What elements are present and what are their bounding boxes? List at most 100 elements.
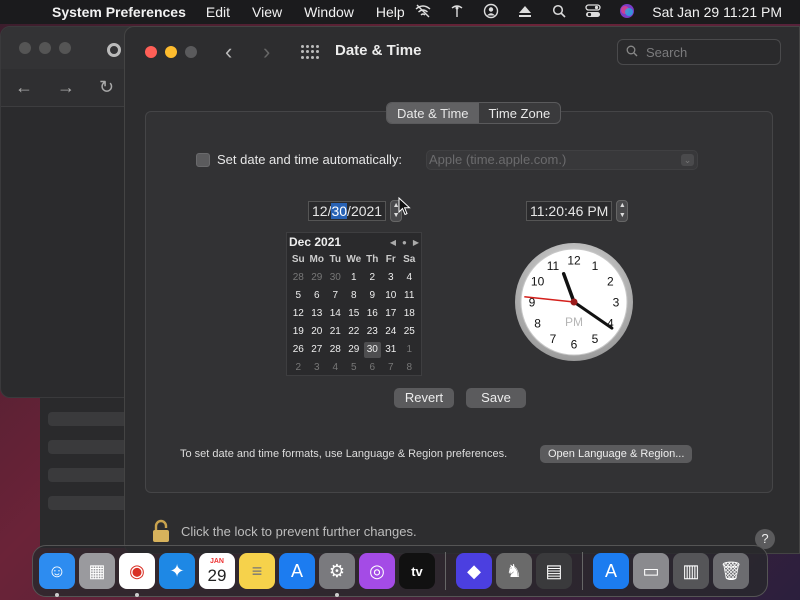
show-all-grid-icon[interactable]	[301, 45, 319, 59]
calendar-day[interactable]: 23	[364, 324, 381, 340]
menu-edit[interactable]: Edit	[206, 4, 230, 20]
calendar-day[interactable]: 14	[327, 306, 344, 322]
menu-app-name[interactable]: System Preferences	[52, 4, 186, 20]
control-center-icon[interactable]	[584, 3, 602, 21]
tab-time-zone[interactable]: Time Zone	[479, 103, 561, 123]
zoom-button[interactable]	[185, 46, 197, 58]
dock-safari-icon[interactable]: ✦	[159, 553, 195, 589]
calendar-day[interactable]: 8	[401, 360, 418, 376]
dock-apple-tv-icon[interactable]: tv	[399, 553, 435, 589]
calendar-day[interactable]: 28	[327, 342, 344, 358]
calendar-day[interactable]: 1	[401, 342, 418, 358]
dock-calendar-icon[interactable]: JAN 29	[199, 553, 235, 589]
search-input[interactable]	[646, 44, 766, 60]
calendar-day[interactable]: 29	[308, 270, 325, 286]
calendar-day[interactable]: 3	[382, 270, 399, 286]
dock-disk-utility-icon[interactable]: ▭	[633, 553, 669, 589]
dock-trash-icon[interactable]: 🗑	[713, 553, 749, 589]
back-chevron-icon[interactable]: ‹	[225, 39, 232, 65]
calendar-day[interactable]: 6	[308, 288, 325, 304]
time-field[interactable]: 11:20:46 PM ▲ ▼	[526, 200, 629, 222]
stepper-up-icon[interactable]: ▲	[617, 201, 627, 211]
tab-date-time[interactable]: Date & Time	[387, 103, 479, 123]
calendar-day[interactable]: 19	[290, 324, 307, 340]
dock-system-preferences-icon[interactable]: ⚙	[319, 553, 355, 597]
dock-podcasts-icon[interactable]: ◎	[359, 553, 395, 589]
dock-finder-icon[interactable]: ☺	[39, 553, 75, 597]
lock-icon[interactable]	[151, 519, 171, 543]
calendar-day[interactable]: 10	[382, 288, 399, 304]
dock-chrome-icon[interactable]: ◉	[119, 553, 155, 597]
calendar-day[interactable]: 18	[401, 306, 418, 322]
search-icon[interactable]	[550, 4, 568, 21]
calendar-day[interactable]: 4	[327, 360, 344, 376]
calendar-day[interactable]: 28	[290, 270, 307, 286]
calendar-day[interactable]: 5	[290, 288, 307, 304]
dock-chess-icon[interactable]: ♞	[496, 553, 532, 589]
forward-chevron-icon[interactable]: ›	[263, 39, 270, 65]
network-icon[interactable]	[448, 4, 466, 21]
calendar-day[interactable]: 4	[401, 270, 418, 286]
menu-help[interactable]: Help	[376, 4, 405, 20]
calendar-day[interactable]: 7	[327, 288, 344, 304]
dock-recent-apps-icon[interactable]: ▥	[673, 553, 709, 589]
next-month-icon[interactable]: ▶	[413, 238, 419, 247]
calendar-day[interactable]: 2	[364, 270, 381, 286]
calendar-day[interactable]: 3	[308, 360, 325, 376]
eject-icon[interactable]	[516, 4, 534, 21]
date-field[interactable]: 12 / 30 / 2021 ▲ ▼	[308, 200, 403, 222]
calendar-day[interactable]: 31	[382, 342, 399, 358]
search-field[interactable]	[617, 39, 781, 65]
date-month[interactable]: 12	[312, 203, 328, 219]
date-year[interactable]: 2021	[351, 203, 382, 219]
minimize-button[interactable]	[165, 46, 177, 58]
user-icon[interactable]	[482, 3, 500, 22]
auto-time-row: Set date and time automatically:	[196, 152, 402, 167]
prev-month-icon[interactable]: ◀	[390, 238, 396, 247]
time-stepper[interactable]: ▲ ▼	[616, 200, 629, 222]
revert-button[interactable]: Revert	[394, 388, 454, 408]
save-button[interactable]: Save	[466, 388, 526, 408]
menu-view[interactable]: View	[252, 4, 282, 20]
calendar-day[interactable]: 15	[345, 306, 362, 322]
calendar-day[interactable]: 25	[401, 324, 418, 340]
dock-app-store-downloads-icon[interactable]: A	[593, 553, 629, 589]
wifi-off-icon[interactable]	[414, 4, 432, 21]
calendar-day[interactable]: 24	[382, 324, 399, 340]
dock-notes-icon[interactable]: ≡	[239, 553, 275, 589]
siri-icon[interactable]	[618, 3, 636, 22]
dock-app-store-icon[interactable]: A	[279, 553, 315, 589]
calendar-day-selected[interactable]: 30	[363, 342, 381, 358]
date-day[interactable]: 30	[331, 203, 348, 219]
calendar-day[interactable]: 16	[364, 306, 381, 322]
dock-launchpad-icon[interactable]: ▦	[79, 553, 115, 589]
calendar-day[interactable]: 22	[345, 324, 362, 340]
calendar-day[interactable]: 17	[382, 306, 399, 322]
calendar-day[interactable]: 6	[364, 360, 381, 376]
calendar-day[interactable]: 26	[290, 342, 307, 358]
calendar-day[interactable]: 27	[308, 342, 325, 358]
calendar-day[interactable]: 30	[327, 270, 344, 286]
calendar-day[interactable]: 8	[345, 288, 362, 304]
menubar-clock[interactable]: Sat Jan 29 11:21 PM	[652, 4, 782, 20]
calendar-day[interactable]: 7	[382, 360, 399, 376]
dock-calculator-icon[interactable]: ▤	[536, 553, 572, 589]
calendar-day[interactable]: 20	[308, 324, 325, 340]
calendar-day[interactable]: 5	[345, 360, 362, 376]
calendar-day[interactable]: 9	[364, 288, 381, 304]
menu-window[interactable]: Window	[304, 4, 354, 20]
today-dot-icon[interactable]: ●	[402, 238, 407, 247]
stepper-down-icon[interactable]: ▼	[617, 211, 627, 221]
time-value[interactable]: 11:20:46 PM	[530, 203, 608, 219]
calendar-day[interactable]: 12	[290, 306, 307, 322]
calendar-day[interactable]: 13	[308, 306, 325, 322]
calendar-day[interactable]: 29	[345, 342, 362, 358]
calendar-day[interactable]: 21	[327, 324, 344, 340]
open-language-region-button[interactable]: Open Language & Region...	[540, 445, 693, 463]
dock-shortcuts-icon[interactable]: ◆	[456, 553, 492, 589]
calendar-day[interactable]: 1	[345, 270, 362, 286]
auto-time-checkbox[interactable]	[196, 152, 210, 167]
calendar-day[interactable]: 2	[290, 360, 307, 376]
close-button[interactable]	[145, 46, 157, 58]
calendar-day[interactable]: 11	[401, 288, 418, 304]
